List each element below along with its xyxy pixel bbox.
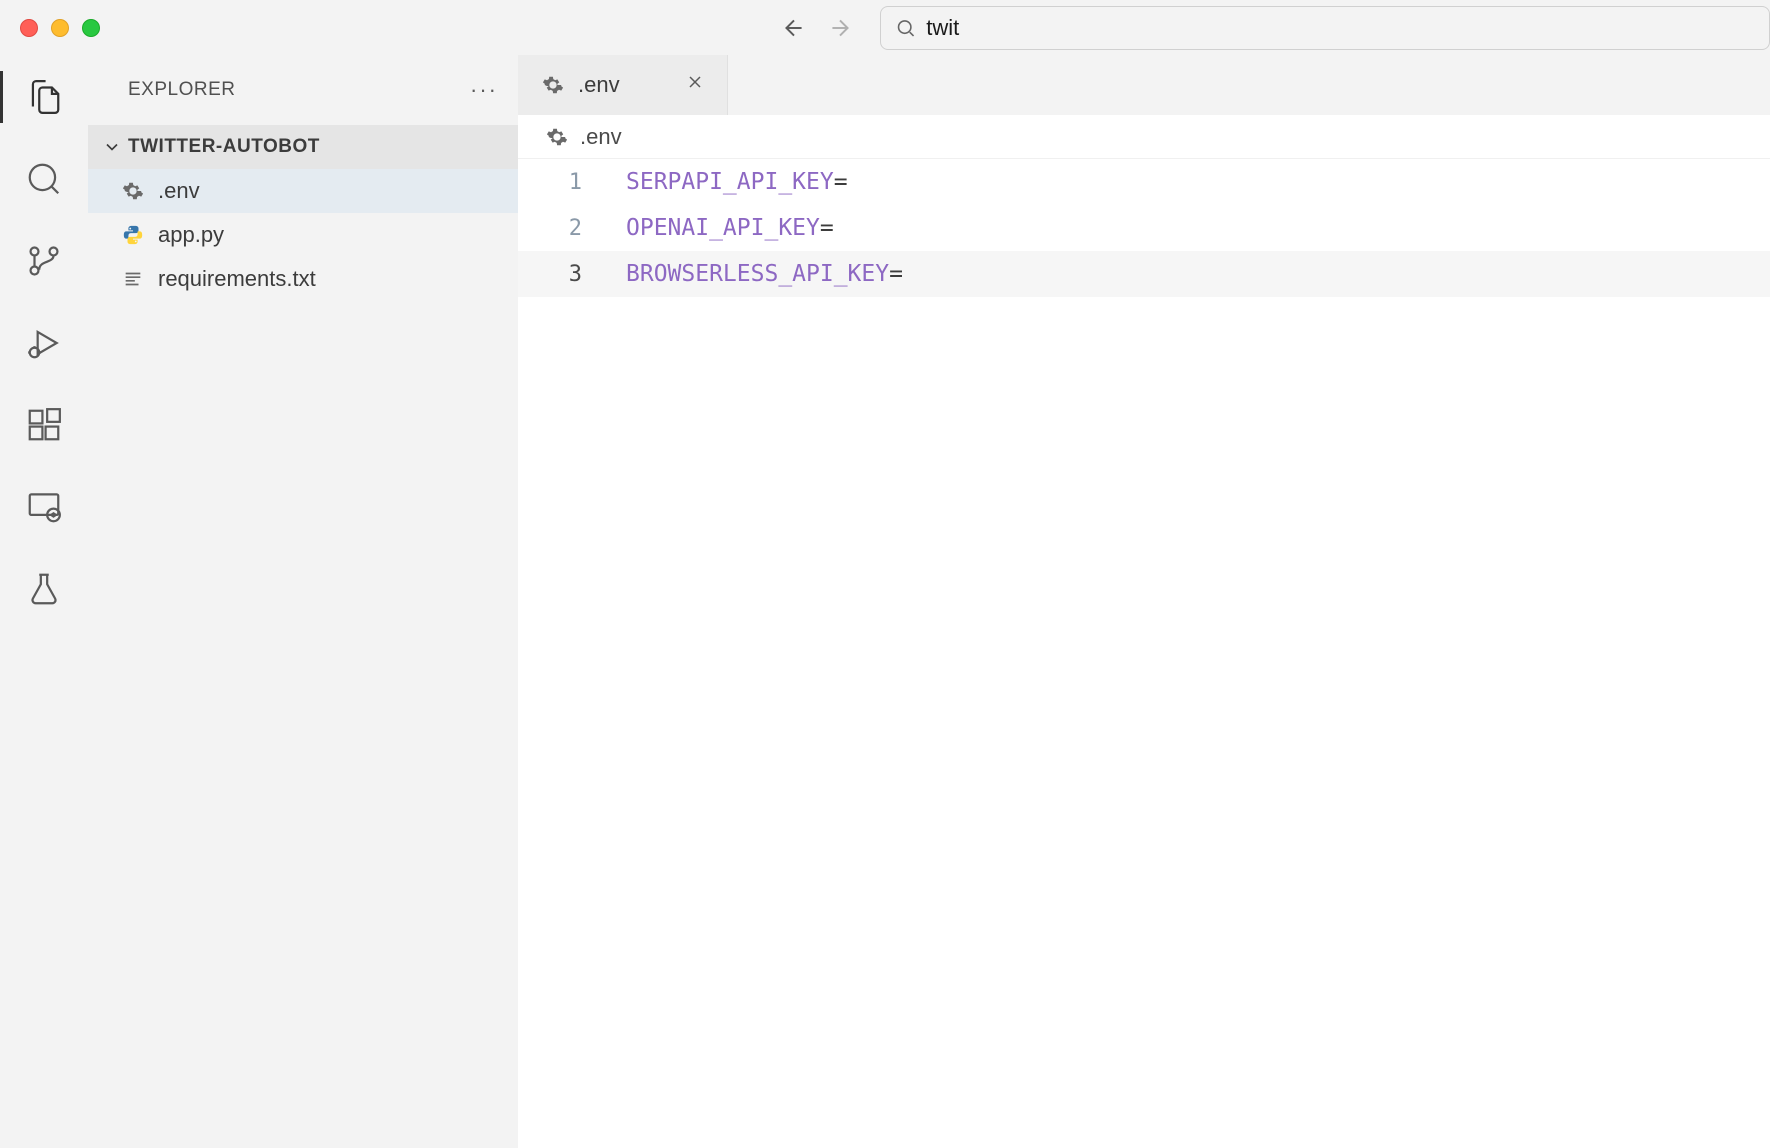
gear-icon bbox=[120, 178, 146, 204]
close-icon bbox=[685, 72, 705, 92]
beaker-icon bbox=[25, 570, 63, 608]
activity-extensions[interactable] bbox=[22, 403, 66, 447]
breadcrumb[interactable]: .env bbox=[518, 115, 1770, 159]
sidebar-title: EXPLORER bbox=[128, 79, 235, 101]
activity-run-debug[interactable] bbox=[22, 321, 66, 365]
extensions-icon bbox=[25, 406, 63, 444]
nav-arrows bbox=[780, 14, 854, 42]
search-icon bbox=[895, 17, 916, 39]
code-content: SERPAPI_API_KEY= bbox=[626, 169, 848, 195]
sidebar-more-button[interactable]: ··· bbox=[470, 77, 498, 103]
file-name: app.py bbox=[158, 222, 224, 248]
line-number: 2 bbox=[518, 216, 626, 241]
git-branch-icon bbox=[25, 242, 63, 280]
file-name: requirements.txt bbox=[158, 266, 316, 292]
gear-icon bbox=[544, 124, 570, 150]
activity-search[interactable] bbox=[22, 157, 66, 201]
file-item[interactable]: .env bbox=[88, 169, 518, 213]
search-input[interactable] bbox=[926, 15, 1755, 41]
tab-close-button[interactable] bbox=[685, 72, 705, 98]
file-name: .env bbox=[158, 178, 200, 204]
search-icon bbox=[25, 160, 63, 198]
minimize-window-button[interactable] bbox=[51, 19, 69, 37]
code-line[interactable]: 3BROWSERLESS_API_KEY= bbox=[518, 251, 1770, 297]
activity-bar bbox=[0, 55, 88, 1148]
project-header[interactable]: TWITTER-AUTOBOT bbox=[88, 125, 518, 169]
code-editor[interactable]: 1SERPAPI_API_KEY=2OPENAI_API_KEY=3BROWSE… bbox=[518, 159, 1770, 1148]
titlebar bbox=[0, 0, 1770, 55]
activity-remote[interactable] bbox=[22, 485, 66, 529]
activity-explorer[interactable] bbox=[22, 75, 66, 119]
gear-icon bbox=[540, 72, 566, 98]
sidebar: EXPLORER ··· TWITTER-AUTOBOT .env app.py r… bbox=[88, 55, 518, 1148]
file-list: .env app.py requirements.txt bbox=[88, 169, 518, 301]
nav-forward-button[interactable] bbox=[826, 14, 854, 42]
code-content: OPENAI_API_KEY= bbox=[626, 215, 834, 241]
debug-icon bbox=[25, 324, 63, 362]
python-icon bbox=[120, 222, 146, 248]
files-icon bbox=[25, 78, 63, 116]
breadcrumb-label: .env bbox=[580, 124, 622, 150]
code-content: BROWSERLESS_API_KEY= bbox=[626, 261, 903, 287]
nav-back-button[interactable] bbox=[780, 14, 808, 42]
sidebar-header: EXPLORER ··· bbox=[88, 55, 518, 125]
project-name: TWITTER-AUTOBOT bbox=[128, 136, 320, 158]
tab-env[interactable]: .env bbox=[518, 55, 728, 115]
tabs-bar: .env bbox=[518, 55, 1770, 115]
tab-label: .env bbox=[578, 72, 620, 98]
chevron-down-icon bbox=[102, 137, 122, 157]
traffic-lights bbox=[20, 19, 100, 37]
file-item[interactable]: requirements.txt bbox=[88, 257, 518, 301]
fullscreen-window-button[interactable] bbox=[82, 19, 100, 37]
line-number: 3 bbox=[518, 262, 626, 287]
remote-explorer-icon bbox=[25, 488, 63, 526]
command-center-search[interactable] bbox=[880, 6, 1770, 50]
close-window-button[interactable] bbox=[20, 19, 38, 37]
editor-area: .env .env 1SERPAPI_API_KEY=2OPENAI_API_K… bbox=[518, 55, 1770, 1148]
file-item[interactable]: app.py bbox=[88, 213, 518, 257]
line-number: 1 bbox=[518, 170, 626, 195]
code-line[interactable]: 1SERPAPI_API_KEY= bbox=[518, 159, 1770, 205]
code-line[interactable]: 2OPENAI_API_KEY= bbox=[518, 205, 1770, 251]
lines-icon bbox=[120, 266, 146, 292]
activity-source-control[interactable] bbox=[22, 239, 66, 283]
activity-testing[interactable] bbox=[22, 567, 66, 611]
